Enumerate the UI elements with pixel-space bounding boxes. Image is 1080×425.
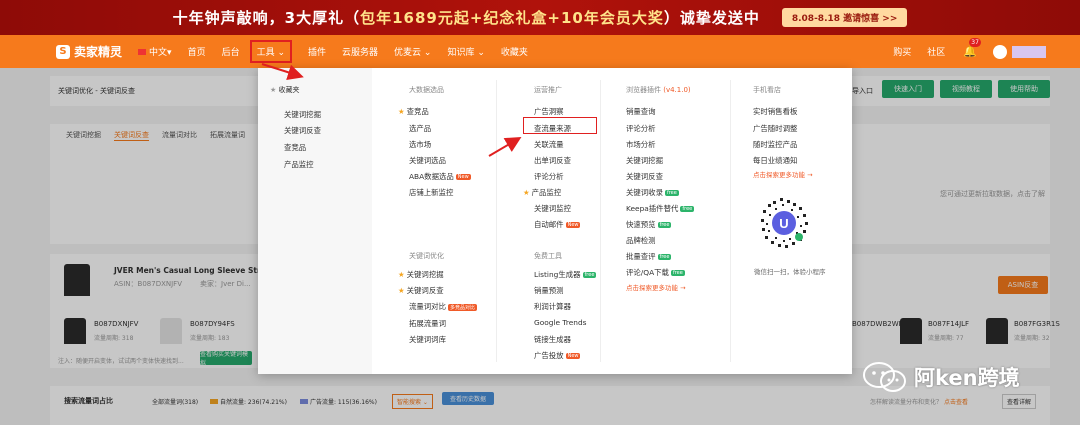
china-flag-icon	[138, 49, 147, 55]
menu-item-market-analysis[interactable]: 市场分析	[626, 139, 656, 150]
menu-item-select-product[interactable]: 选产品	[409, 123, 431, 134]
mobile-title: 手机看店	[753, 86, 781, 94]
star-icon: ★	[523, 188, 530, 197]
banner-cta-button[interactable]: 8.08-8.18 邀请惊喜 >>	[781, 8, 908, 27]
fav-item[interactable]: 查竞品	[284, 142, 306, 153]
nav-language[interactable]: 中文▾	[138, 45, 172, 58]
free-tools-title: 免费工具	[534, 252, 562, 260]
mobile-item: 广告随时调整	[753, 124, 798, 133]
nav-knowledge[interactable]: 知识库 ⌄	[447, 45, 484, 58]
nav-tools[interactable]: 工具 ⌄	[249, 40, 293, 63]
menu-item-review-analysis[interactable]: 评论分析	[534, 171, 564, 182]
menu-item-keepa[interactable]: Keepa插件替代 free	[626, 203, 695, 214]
nav-community[interactable]: 社区	[927, 45, 945, 58]
mobile-more-link[interactable]: 点击探索更多功能 →	[753, 169, 813, 179]
fav-item[interactable]: 关键词反查	[284, 125, 321, 136]
keyword-opt-title: 关键词优化	[409, 252, 444, 260]
menu-item-select-market[interactable]: 选市场	[409, 139, 431, 150]
menu-item-plugin-keyword-reverse[interactable]: 关键词反查	[626, 171, 663, 182]
qr-note: 微信扫一扫，体验小程序	[754, 268, 826, 276]
mobile-item: 每日业绩通知	[753, 156, 798, 165]
menu-item-profit-calc[interactable]: 利润计算器	[534, 301, 571, 312]
menu-item-plugin-review[interactable]: 评论分析	[626, 123, 656, 134]
fav-item[interactable]: 关键词挖掘	[284, 109, 321, 120]
menu-item-batch-review[interactable]: 批量查评 free	[626, 251, 672, 262]
divider	[600, 80, 601, 362]
favorites-title: ★ 收藏夹	[270, 86, 300, 94]
fav-item[interactable]: 产品监控	[284, 159, 314, 170]
nav-cloud-server[interactable]: 云服务器	[342, 45, 378, 58]
nav-home[interactable]: 首页	[188, 45, 206, 58]
ads-title: 运营推广	[534, 86, 562, 94]
star-icon: ★	[398, 107, 405, 116]
bell-icon[interactable]: 🔔 37	[963, 38, 981, 58]
data-select-title: 大数据选品	[409, 86, 444, 94]
promo-banner[interactable]: 十年钟声敲响，3大厚礼（包年1689元起+纪念礼盒+10年会员大奖）诚挚发送中 …	[0, 0, 1080, 35]
mobile-item: 实时销售看板	[753, 107, 798, 116]
divider	[496, 80, 497, 362]
menu-item-auto-mail[interactable]: 自动邮件 New	[534, 219, 581, 230]
menu-item-traffic-expand[interactable]: 拓展流量词	[409, 318, 446, 329]
plugin-more-link[interactable]: 点击探索更多功能 →	[626, 282, 686, 292]
nav-dashboard[interactable]: 后台	[222, 45, 240, 58]
logo[interactable]: S 卖家精灵	[56, 43, 122, 60]
menu-item-store-monitor[interactable]: 店铺上新监控	[409, 187, 453, 198]
menu-item-sales-forecast[interactable]: 销量预测	[534, 285, 564, 296]
menu-item-listing-generator[interactable]: Listing生成器 free	[534, 269, 597, 280]
qr-code-icon: U	[753, 192, 815, 254]
menu-item-sales-query[interactable]: 销量查询	[626, 106, 656, 117]
banner-text: 十年钟声敲响，3大厚礼（包年1689元起+纪念礼盒+10年会员大奖）诚挚发送中	[172, 9, 760, 27]
menu-item-product-monitor[interactable]: ★ 产品监控	[523, 187, 561, 198]
menu-item-keyword-reverse[interactable]: ★ 关键词反查	[398, 285, 444, 296]
menu-item-brand-check[interactable]: 品牌检测	[626, 235, 656, 246]
logo-icon: S	[56, 44, 70, 59]
menu-item-keyword-mining[interactable]: ★ 关键词挖掘	[398, 269, 444, 280]
menu-item-ad-placement[interactable]: 广告投放 New	[534, 350, 581, 361]
plugin-title: 浏览器插件 (v4.1.0)	[626, 86, 691, 94]
mobile-item: 随时监控产品	[753, 140, 798, 149]
menu-item-traffic-compare[interactable]: 流量词对比 多竞品对比	[409, 301, 477, 312]
menu-item-related-traffic[interactable]: 关联流量	[534, 139, 564, 150]
menu-item-keyword-select[interactable]: 关键词选品	[409, 155, 446, 166]
menu-item-ad-insight[interactable]: 广告洞察	[534, 106, 564, 117]
menu-item-order-keyword[interactable]: 出单词反查	[534, 155, 571, 166]
menu-item-aba[interactable]: ABA数据选品 New	[409, 171, 471, 182]
nav-plugin[interactable]: 插件	[308, 45, 326, 58]
avatar[interactable]	[993, 44, 1007, 59]
notification-badge: 37	[969, 38, 981, 47]
star-icon: ★	[398, 270, 405, 279]
watermark: 阿ken跨境	[862, 360, 1020, 394]
annotation-highlight-box	[523, 117, 597, 134]
star-icon: ★	[398, 286, 405, 295]
divider	[730, 80, 731, 362]
star-icon: ★	[270, 86, 277, 94]
menu-item-keyword-library[interactable]: 关键词词库	[409, 334, 446, 345]
nav-favorites[interactable]: 收藏夹	[501, 45, 528, 58]
nav-right: 购买 社区 🔔 37	[877, 35, 1080, 68]
menu-item-keyword-monitor[interactable]: 关键词监控	[534, 203, 571, 214]
menu-item-plugin-keyword-mining[interactable]: 关键词挖掘	[626, 155, 663, 166]
menu-item-link-generator[interactable]: 链接生成器	[534, 334, 571, 345]
nav-youmaiyun[interactable]: 优麦云 ⌄	[394, 45, 431, 58]
menu-item-qa-download[interactable]: 评论/QA下载 free	[626, 267, 685, 278]
menu-item-quick-preview[interactable]: 快速预览 free	[626, 219, 672, 230]
menu-item-competitor[interactable]: ★ 查竞品	[398, 106, 429, 117]
menu-item-keyword-index[interactable]: 关键词收录 free	[626, 187, 679, 198]
wechat-icon	[863, 362, 906, 392]
tools-dropdown-menu: ★ 收藏夹 关键词挖掘 关键词反查 查竞品 产品监控 大数据选品 ★ 查竞品 选产…	[258, 68, 852, 374]
svg-text:U: U	[779, 216, 788, 231]
menu-item-google-trends[interactable]: Google Trends	[534, 318, 587, 327]
top-navigation: S 卖家精灵 中文▾ 首页 后台 工具 ⌄ 插件 云服务器 优麦云 ⌄ 知识库 ⌄…	[0, 35, 1080, 68]
nav-buy[interactable]: 购买	[893, 45, 911, 58]
username-blurred[interactable]	[1012, 45, 1046, 58]
